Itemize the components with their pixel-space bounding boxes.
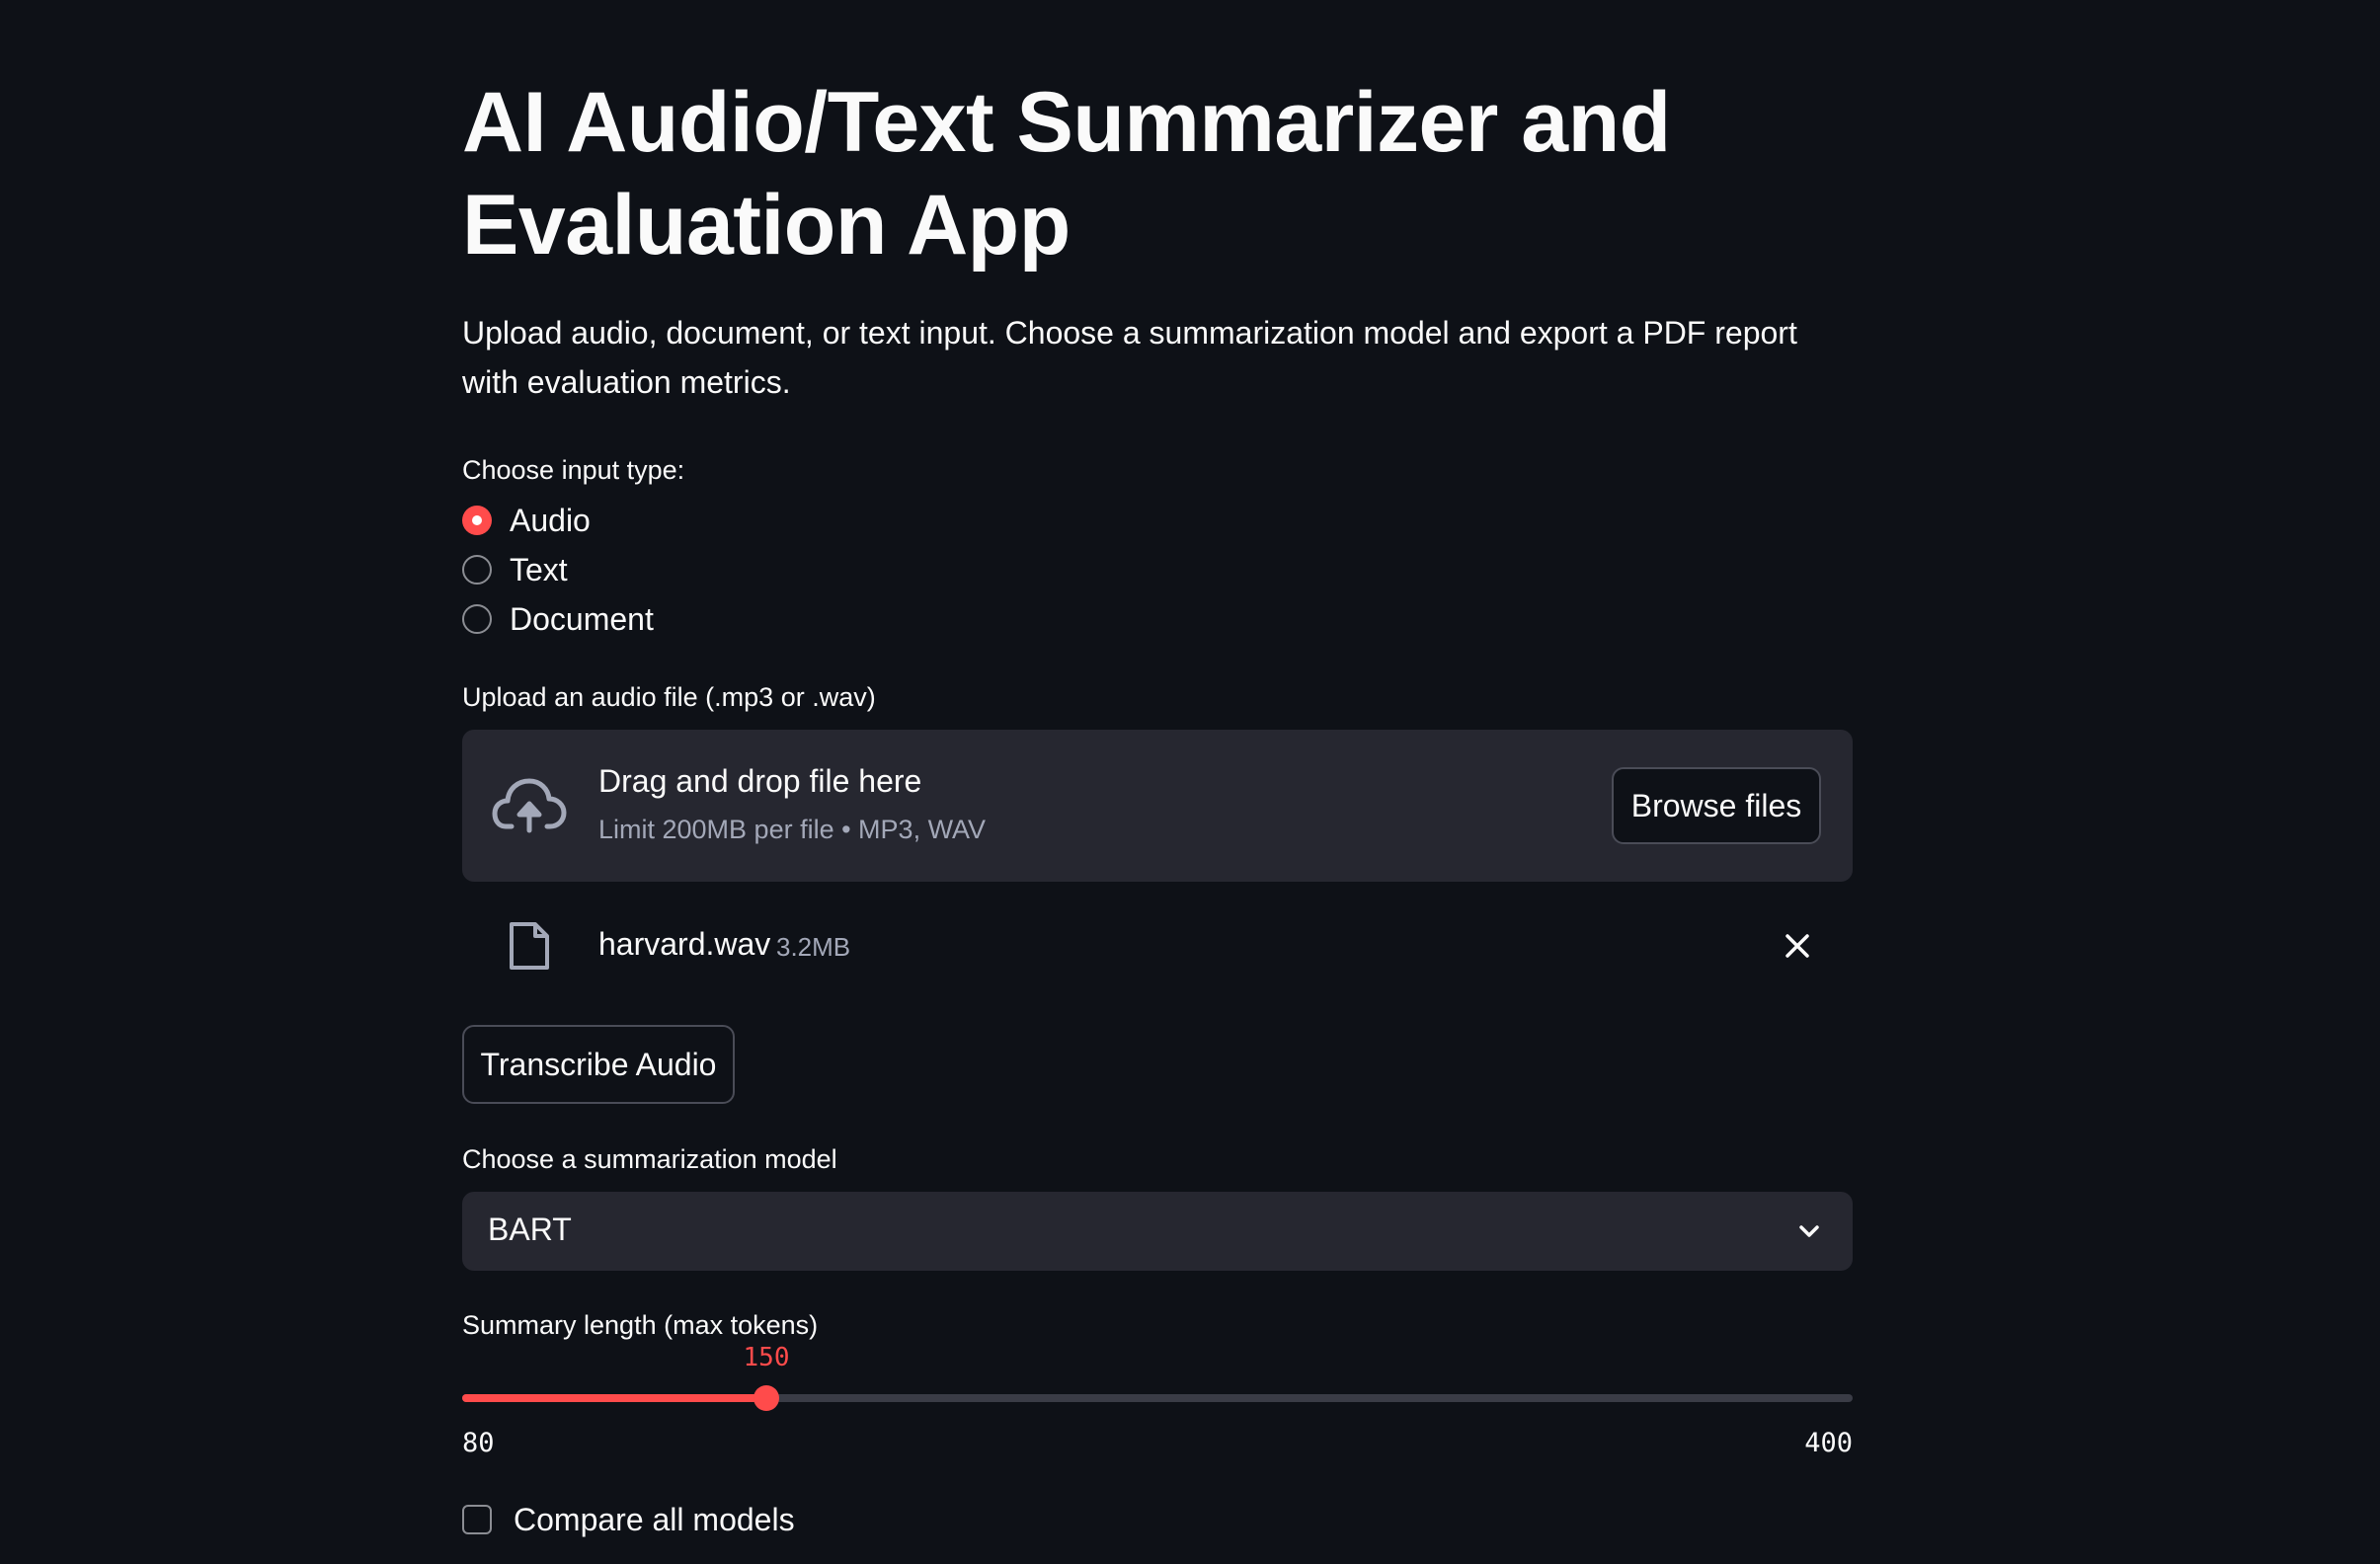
radio-audio[interactable]: Audio [462, 496, 654, 545]
file-name: harvard.wav [598, 926, 771, 962]
input-type-radio-group: Audio Text Document [462, 496, 654, 644]
radio-document[interactable]: Document [462, 594, 654, 644]
close-icon[interactable] [1782, 930, 1813, 962]
radio-label-text: Text [510, 551, 568, 587]
model-select-value: BART [488, 1212, 572, 1247]
radio-button-checked[interactable] [462, 506, 492, 535]
radio-button[interactable] [462, 555, 492, 585]
file-dropzone[interactable]: Drag and drop file here Limit 200MB per … [462, 730, 1853, 882]
browse-files-button[interactable]: Browse files [1612, 767, 1821, 844]
radio-label-audio: Audio [510, 502, 591, 538]
chevron-down-icon [1795, 1217, 1823, 1245]
cloud-upload-icon [492, 773, 567, 836]
radio-button[interactable] [462, 604, 492, 634]
compare-models-label: Compare all models [514, 1501, 795, 1537]
summary-length-slider[interactable]: 150 80 400 [462, 1343, 1853, 1461]
dropzone-title: Drag and drop file here [598, 763, 922, 799]
model-select[interactable]: BART [462, 1192, 1853, 1271]
page-description: Upload audio, document, or text input. C… [462, 315, 1797, 400]
file-icon [508, 920, 551, 972]
slider-fill [462, 1394, 766, 1402]
radio-label-document: Document [510, 600, 654, 637]
slider-label: Summary length (max tokens) [462, 1310, 819, 1340]
compare-models-checkbox-row[interactable]: Compare all models [462, 1499, 795, 1540]
uploader-label: Upload an audio file (.mp3 or .wav) [462, 682, 876, 712]
compare-models-checkbox[interactable] [462, 1505, 492, 1534]
page-title: AI Audio/Text Summarizer and Evaluation … [462, 75, 1671, 273]
transcribe-audio-button[interactable]: Transcribe Audio [462, 1025, 735, 1104]
uploaded-file-row: harvard.wav 3.2MB [462, 908, 1853, 983]
slider-current-value: 150 [743, 1343, 790, 1372]
slider-max-value: 400 [1804, 1428, 1853, 1458]
file-size: 3.2MB [776, 932, 851, 962]
radio-text[interactable]: Text [462, 545, 654, 594]
model-select-label: Choose a summarization model [462, 1144, 837, 1174]
dropzone-subtitle: Limit 200MB per file • MP3, WAV [598, 815, 987, 844]
input-type-label: Choose input type: [462, 455, 685, 485]
slider-thumb[interactable] [754, 1385, 779, 1411]
slider-min-value: 80 [462, 1428, 495, 1458]
